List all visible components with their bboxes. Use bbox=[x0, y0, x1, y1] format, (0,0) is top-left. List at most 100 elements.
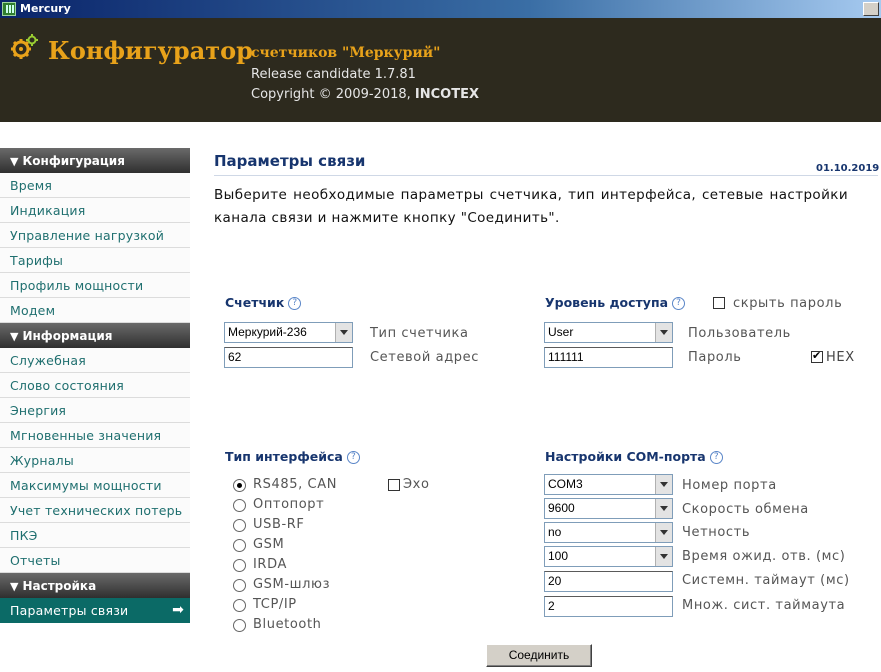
sidebar-item-service[interactable]: Служебная bbox=[0, 348, 190, 373]
meter-title: Счетчик bbox=[225, 295, 285, 310]
com-port-value: COM3 bbox=[548, 477, 583, 491]
timeout-multiplier-input[interactable]: 2 bbox=[544, 596, 673, 617]
window-titlebar: Mercury bbox=[0, 0, 881, 18]
sidebar-item-tariffs[interactable]: Тарифы bbox=[0, 248, 190, 273]
connect-button[interactable]: Соединить bbox=[486, 644, 592, 667]
arrow-right-icon: ➡ bbox=[172, 602, 184, 618]
parity-label: Четность bbox=[682, 525, 751, 540]
sidebar-item-label: Параметры связи bbox=[10, 603, 129, 618]
sidebar-item-reports[interactable]: Отчеты bbox=[0, 548, 190, 573]
meter-type-select[interactable]: Меркурий-236 bbox=[224, 322, 353, 343]
sidebar-section-label: Настройка bbox=[22, 579, 97, 593]
com-port-select[interactable]: COM3 bbox=[544, 474, 673, 495]
sidebar-item-time[interactable]: Время bbox=[0, 173, 190, 198]
meter-group-title: Счетчик? bbox=[225, 295, 302, 310]
sidebar-item-power-maximums[interactable]: Максимумы мощности bbox=[0, 473, 190, 498]
sidebar-item-pqe[interactable]: ПКЭ bbox=[0, 523, 190, 548]
sidebar-item-tech-losses[interactable]: Учет технических потерь bbox=[0, 498, 190, 523]
radio-button[interactable] bbox=[233, 539, 246, 552]
parity-select[interactable]: no bbox=[544, 522, 673, 543]
app-brand-title: Конфигуратор bbox=[48, 36, 253, 65]
chevron-down-icon[interactable] bbox=[655, 499, 672, 518]
hex-checkbox[interactable] bbox=[811, 349, 823, 363]
sidebar-item-connection-params[interactable]: Параметры связи ➡ bbox=[0, 598, 190, 623]
sidebar-item-instant-values[interactable]: Мгновенные значения bbox=[0, 423, 190, 448]
chevron-down-icon[interactable] bbox=[655, 323, 672, 342]
mercury-app-icon bbox=[2, 2, 16, 16]
app-copyright: Copyright © 2009-2018, INCOTEX bbox=[251, 87, 479, 102]
chevron-down-icon[interactable] bbox=[655, 547, 672, 566]
parity-value: no bbox=[548, 525, 562, 539]
baud-rate-label: Скорость обмена bbox=[682, 502, 809, 517]
app-version: Release candidate 1.7.81 bbox=[251, 67, 416, 82]
echo-checkbox[interactable] bbox=[388, 479, 400, 491]
meter-type-value: Меркурий-236 bbox=[228, 325, 307, 339]
gear-icon bbox=[11, 34, 38, 59]
radio-button[interactable] bbox=[233, 599, 246, 612]
window-title: Mercury bbox=[20, 2, 71, 15]
chevron-down-icon[interactable] bbox=[335, 323, 352, 342]
com-group-title: Настройки COM-порта? bbox=[545, 449, 723, 464]
sidebar-section-configuration[interactable]: ▼ Конфигурация bbox=[0, 148, 190, 173]
page-date: 01.10.2019 bbox=[816, 163, 880, 174]
close-window-button[interactable] bbox=[863, 2, 879, 16]
password-input[interactable]: 111111 bbox=[544, 347, 673, 368]
chevron-down-icon[interactable] bbox=[655, 523, 672, 542]
access-title: Уровень доступа bbox=[545, 295, 669, 310]
access-group-title: Уровень доступа? bbox=[545, 295, 686, 310]
sidebar-item-modem[interactable]: Модем bbox=[0, 298, 190, 323]
system-timeout-input[interactable]: 20 bbox=[544, 571, 673, 592]
interface-group-title: Тип интерфейса? bbox=[225, 449, 360, 464]
response-wait-label: Время ожид. отв. (мс) bbox=[682, 549, 846, 564]
sidebar-nav: ▼ Конфигурация Время Индикация Управление… bbox=[0, 148, 190, 623]
app-header: Конфигуратор счетчиков "Меркурий" Releas… bbox=[0, 18, 881, 122]
radio-label: GSM-шлюз bbox=[253, 577, 331, 592]
radio-button[interactable] bbox=[233, 519, 246, 532]
triangle-down-icon: ▼ bbox=[10, 330, 19, 343]
radio-button[interactable] bbox=[233, 479, 246, 492]
help-icon[interactable]: ? bbox=[346, 451, 360, 464]
radio-label: TCP/IP bbox=[253, 597, 297, 612]
radio-button[interactable] bbox=[233, 619, 246, 632]
timeout-multiplier-label: Множ. сист. таймаута bbox=[682, 598, 846, 613]
help-icon[interactable]: ? bbox=[288, 297, 302, 310]
triangle-down-icon: ▼ bbox=[10, 155, 19, 168]
radio-button[interactable] bbox=[233, 499, 246, 512]
sidebar-section-label: Информация bbox=[22, 329, 113, 343]
sidebar-item-status-word[interactable]: Слово состояния bbox=[0, 373, 190, 398]
network-address-input[interactable]: 62 bbox=[224, 347, 353, 368]
help-icon[interactable]: ? bbox=[709, 451, 723, 464]
echo-label: Эхо bbox=[403, 477, 430, 492]
access-level-select[interactable]: User bbox=[544, 322, 673, 343]
radio-button[interactable] bbox=[233, 559, 246, 572]
radio-label: IRDA bbox=[253, 557, 287, 572]
response-wait-select[interactable]: 100 bbox=[544, 546, 673, 567]
radio-label: Оптопорт bbox=[253, 497, 325, 512]
title-divider bbox=[214, 175, 878, 176]
triangle-down-icon: ▼ bbox=[10, 580, 19, 593]
sidebar-item-journals[interactable]: Журналы bbox=[0, 448, 190, 473]
help-icon[interactable]: ? bbox=[672, 297, 686, 310]
sidebar-section-label: Конфигурация bbox=[22, 154, 125, 168]
sidebar-section-information[interactable]: ▼ Информация bbox=[0, 323, 190, 348]
password-label: Пароль bbox=[688, 350, 742, 365]
network-address-label: Сетевой адрес bbox=[370, 350, 479, 365]
radio-label: RS485, CAN bbox=[253, 477, 338, 492]
radio-label: Bluetooth bbox=[253, 617, 322, 632]
radio-button[interactable] bbox=[233, 579, 246, 592]
response-wait-value: 100 bbox=[548, 549, 569, 563]
chevron-down-icon[interactable] bbox=[655, 475, 672, 494]
hex-label: HEX bbox=[826, 350, 855, 365]
baud-rate-select[interactable]: 9600 bbox=[544, 498, 673, 519]
radio-label: GSM bbox=[253, 537, 285, 552]
sidebar-item-power-profile[interactable]: Профиль мощности bbox=[0, 273, 190, 298]
com-port-label: Номер порта bbox=[682, 478, 777, 493]
sidebar-item-energy[interactable]: Энергия bbox=[0, 398, 190, 423]
hide-password-checkbox[interactable] bbox=[713, 297, 725, 309]
system-timeout-label: Системн. таймаут (мс) bbox=[682, 573, 850, 588]
sidebar-item-display[interactable]: Индикация bbox=[0, 198, 190, 223]
interface-title: Тип интерфейса bbox=[225, 449, 343, 464]
access-level-label: Пользователь bbox=[688, 326, 791, 341]
sidebar-item-load-control[interactable]: Управление нагрузкой bbox=[0, 223, 190, 248]
sidebar-section-settings[interactable]: ▼ Настройка bbox=[0, 573, 190, 598]
